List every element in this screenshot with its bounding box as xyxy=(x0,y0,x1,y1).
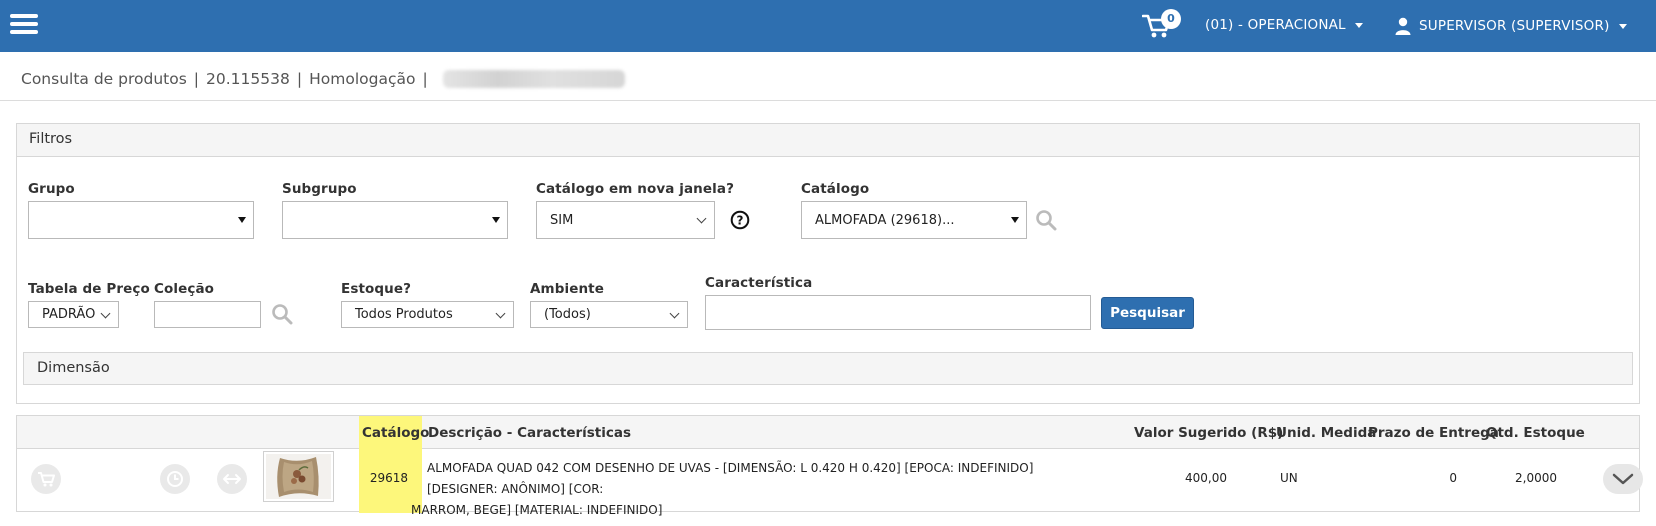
header-descricao: Descrição - Características xyxy=(428,425,632,441)
estoque-select-value: Todos Produtos xyxy=(355,307,453,322)
cart-count-badge: 0 xyxy=(1161,9,1181,29)
divider xyxy=(0,100,1656,101)
caret-down-icon xyxy=(238,217,246,223)
colecao-label: Coleção xyxy=(154,281,215,297)
header-catalogo: Catálogo xyxy=(362,425,430,441)
arrows-horizontal-icon xyxy=(223,474,241,484)
chevron-down-icon xyxy=(495,308,506,318)
ambiente-select[interactable]: (Todos) xyxy=(530,301,688,328)
breadcrumb-version: 20.115538 xyxy=(206,70,290,88)
dimensao-panel[interactable]: Dimensão xyxy=(23,352,1633,385)
caret-down-icon xyxy=(1354,22,1363,28)
caracteristica-textarea[interactable] xyxy=(705,295,1091,330)
cart-plus-icon xyxy=(38,472,55,487)
history-button[interactable] xyxy=(160,464,190,494)
filters-panel-title: Filtros xyxy=(17,124,1639,157)
svg-text:?: ? xyxy=(737,214,744,228)
nova-janela-select-value: SIM xyxy=(550,212,574,228)
subgrupo-select[interactable] xyxy=(282,201,508,239)
expand-row-button[interactable] xyxy=(1603,464,1643,494)
ambiente-label: Ambiente xyxy=(530,281,604,297)
catalogo-select-value: ALMOFADA (29618)... xyxy=(815,212,955,228)
add-to-cart-button[interactable] xyxy=(31,464,61,494)
filters-panel: Filtros Grupo Subgrupo Catálogo em nova … xyxy=(16,123,1640,404)
grupo-label: Grupo xyxy=(28,181,75,197)
nova-janela-label: Catálogo em nova janela? xyxy=(536,181,735,197)
cell-catalogo-value: 29618 xyxy=(369,471,408,485)
subgrupo-label: Subgrupo xyxy=(282,181,357,197)
chevron-down-icon xyxy=(696,213,707,224)
user-dropdown-label: SUPERVISOR (SUPERVISOR) xyxy=(1419,18,1610,34)
results-table: Catálogo Descrição - Características Val… xyxy=(16,415,1643,517)
cell-descricao-line1: ALMOFADA QUAD 042 COM DESENHO DE UVAS - … xyxy=(427,461,1034,496)
caret-down-icon xyxy=(1011,217,1019,223)
breadcrumb: Consulta de produtos | 20.115538 | Homol… xyxy=(21,70,625,88)
cell-prazo: 0 xyxy=(1449,471,1457,485)
unit-dropdown-label: (01) - OPERACIONAL xyxy=(1205,17,1346,33)
product-thumbnail[interactable] xyxy=(263,451,334,502)
cell-qtd: 2,0000 xyxy=(1515,471,1557,485)
estoque-label: Estoque? xyxy=(341,281,412,297)
pesquisar-button[interactable]: Pesquisar xyxy=(1101,297,1194,329)
search-icon[interactable] xyxy=(1035,209,1057,231)
caret-down-icon xyxy=(492,217,500,223)
redacted-text xyxy=(442,70,625,88)
unit-dropdown[interactable]: (01) - OPERACIONAL xyxy=(1205,17,1363,33)
catalogo-select[interactable]: ALMOFADA (29618)... xyxy=(801,201,1027,239)
cushion-image xyxy=(266,454,331,499)
user-dropdown[interactable]: SUPERVISOR (SUPERVISOR) xyxy=(1395,17,1627,35)
tabela-preco-label: Tabela de Preço xyxy=(28,281,150,297)
user-icon xyxy=(1395,17,1411,35)
chevron-down-icon xyxy=(669,308,680,318)
cell-descricao: ALMOFADA QUAD 042 COM DESENHO DE UVAS - … xyxy=(411,458,1071,521)
top-navbar: 0 (01) - OPERACIONAL SUPERVISOR (SUPERVI… xyxy=(0,0,1656,52)
breadcrumb-separator: | xyxy=(296,70,303,88)
help-icon[interactable]: ? xyxy=(730,210,750,230)
ambiente-select-value: (Todos) xyxy=(544,307,591,322)
hamburger-menu-icon[interactable] xyxy=(10,14,38,36)
grupo-select[interactable] xyxy=(28,201,254,239)
header-prazo: Prazo de Entrega xyxy=(1368,425,1499,441)
chevron-down-icon xyxy=(100,308,111,318)
search-icon[interactable] xyxy=(271,303,293,325)
tabela-preco-select[interactable]: PADRÃO xyxy=(28,301,119,328)
colecao-input[interactable] xyxy=(154,301,261,328)
nova-janela-select[interactable]: SIM xyxy=(536,201,715,239)
estoque-select[interactable]: Todos Produtos xyxy=(341,301,514,328)
clock-icon xyxy=(167,471,183,487)
caracteristica-label: Característica xyxy=(705,275,813,291)
tabela-preco-select-value: PADRÃO xyxy=(42,307,96,322)
header-unid: Unid. Medida xyxy=(1276,425,1377,441)
chevron-down-icon xyxy=(1612,473,1634,485)
cell-valor: 400,00 xyxy=(1185,471,1227,485)
caret-down-icon xyxy=(1618,23,1627,29)
catalogo-label: Catálogo xyxy=(801,181,870,197)
header-valor: Valor Sugerido (R$) xyxy=(1134,425,1284,441)
breadcrumb-environment: Homologação xyxy=(309,70,416,88)
header-qtd: Qtd. Estoque xyxy=(1486,425,1585,441)
cell-descricao-line2: MARROM, BEGE] [MATERIAL: INDEFINIDO] xyxy=(411,503,663,517)
dimensions-button[interactable] xyxy=(217,464,247,494)
breadcrumb-separator: | xyxy=(422,70,428,88)
breadcrumb-separator: | xyxy=(193,70,200,88)
cell-unid: UN xyxy=(1280,471,1298,485)
breadcrumb-page: Consulta de produtos xyxy=(21,70,187,88)
